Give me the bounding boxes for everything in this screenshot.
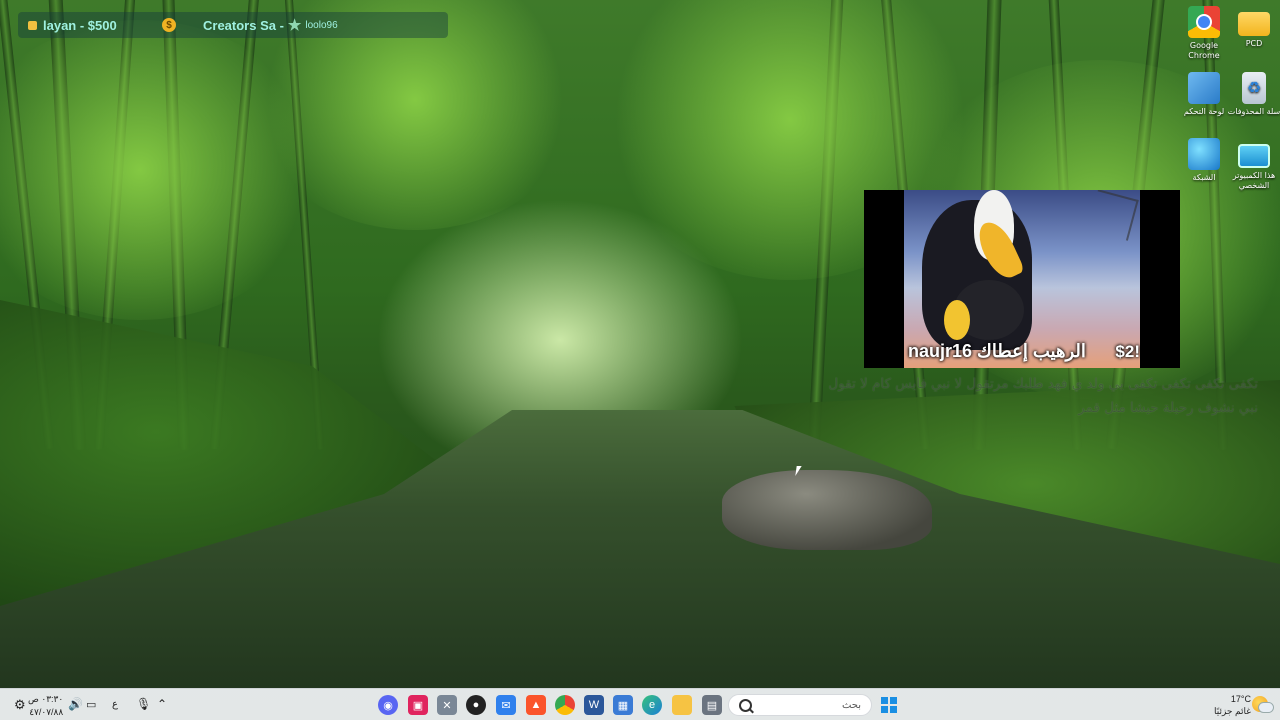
ticker-item-layan: layan - $500 bbox=[28, 12, 117, 38]
recycle-bin-icon: ♻ bbox=[1242, 72, 1266, 104]
network-status-icon[interactable]: ▭ bbox=[86, 698, 96, 711]
edge-browser-icon[interactable]: e bbox=[642, 695, 662, 715]
desktop-icon-label: PCD bbox=[1245, 39, 1263, 48]
file-explorer-icon[interactable] bbox=[672, 695, 692, 715]
taskbar: ⚙ ٠٣:٣٠ ص ٤٧/٠٧/٨٨ 🔊 ▭ ع 🎙 ⌃ ◉ ▣ ✕ ● ✉ ▲… bbox=[0, 688, 1280, 720]
chrome-taskbar-icon[interactable] bbox=[555, 695, 575, 715]
caption-line-2: نبي نشوف رحيلة حيشا مثل قمر bbox=[1078, 400, 1258, 416]
folder-icon bbox=[1238, 12, 1270, 36]
desktop-icon-this-pc[interactable]: هذا الكمبيوتر الشخصي bbox=[1224, 138, 1280, 191]
mail-app-icon[interactable]: ✉ bbox=[496, 695, 516, 715]
donation-name: naujr16 الرهيب إعطاك bbox=[908, 341, 1086, 361]
chevron-up-icon[interactable]: ⌃ bbox=[157, 697, 167, 711]
ticker-text-2: Creators Sa - bbox=[203, 17, 284, 33]
donation-message-caption: تكفى تكفى تكفى تكفى يي ولد ي فهد طلبك مر… bbox=[780, 372, 1258, 420]
clock-time: ٠٣:٣٠ ص bbox=[28, 694, 64, 704]
clock[interactable]: ٠٣:٣٠ ص ٤٧/٠٧/٨٨ bbox=[28, 694, 63, 718]
dollar-coin-icon: $ bbox=[162, 18, 176, 32]
desktop-icon-label: هذا الكمبيوتر الشخصي bbox=[1232, 171, 1276, 190]
word-app-icon[interactable]: W bbox=[584, 695, 604, 715]
ticker-item-creators: Creators Sa - ★ loolo96 bbox=[203, 12, 338, 38]
stream-donation-ticker: layan - $500 $ Creators Sa - ★ loolo96 bbox=[18, 12, 448, 38]
microphone-icon[interactable]: 🎙 bbox=[136, 697, 151, 711]
weather-description: غائم جزئيًا bbox=[1214, 706, 1251, 716]
ticker-text-3: loolo96 bbox=[305, 19, 338, 31]
task-view-icon[interactable]: ▤ bbox=[702, 695, 722, 715]
clock-date: ٤٧/٠٧/٨٨ bbox=[29, 707, 64, 717]
weather-temperature: 17°C bbox=[1230, 694, 1251, 704]
chrome-icon bbox=[1188, 6, 1220, 38]
caption-line-1: تكفى تكفى تكفى تكفى يي ولد ي فهد طلبك مر… bbox=[828, 376, 1258, 392]
cloud-icon bbox=[1258, 702, 1274, 713]
donation-amount: $2! bbox=[1115, 341, 1140, 361]
input-language-indicator[interactable]: ع bbox=[112, 699, 118, 710]
red-app-icon[interactable]: ▣ bbox=[408, 695, 428, 715]
taskbar-search[interactable]: بحث bbox=[728, 694, 872, 716]
network-icon bbox=[1188, 138, 1220, 170]
desktop-icon-recycle-bin[interactable]: ♻ سلة المحذوفات bbox=[1224, 72, 1280, 117]
ticker-text-1: layan - $500 bbox=[43, 17, 117, 33]
coin-badge: $ bbox=[162, 12, 176, 38]
search-placeholder: بحث bbox=[841, 699, 861, 711]
brave-browser-icon[interactable]: ▲ bbox=[526, 695, 546, 715]
star-icon: ★ bbox=[287, 17, 302, 34]
search-icon bbox=[739, 698, 752, 712]
desktop-icon-label: سلة المحذوفات bbox=[1227, 107, 1280, 116]
control-panel-icon bbox=[1188, 72, 1220, 104]
monitor-icon bbox=[1238, 144, 1270, 168]
settings-gear-icon[interactable]: ⚙ bbox=[14, 697, 26, 713]
donation-alert-text: naujr16 الرهيب إعطاك $2! bbox=[908, 341, 1140, 362]
windows-start-icon[interactable] bbox=[881, 697, 897, 713]
microsoft-store-icon[interactable]: ▦ bbox=[613, 695, 633, 715]
obs-studio-icon[interactable]: ● bbox=[466, 695, 486, 715]
weather-widget[interactable]: 17°C غائم جزئيًا bbox=[1214, 694, 1251, 717]
volume-icon[interactable]: 🔊 bbox=[68, 697, 83, 711]
desktop: layan - $500 $ Creators Sa - ★ loolo96 G… bbox=[0, 0, 1280, 720]
gold-bar-icon bbox=[28, 20, 37, 30]
discord-app-icon[interactable]: ◉ bbox=[378, 695, 398, 715]
snipping-tool-icon[interactable]: ✕ bbox=[437, 695, 457, 715]
desktop-icon-pcd-folder[interactable]: PCD bbox=[1224, 6, 1280, 49]
donation-alert-video: naujr16 الرهيب إعطاك $2! bbox=[864, 190, 1180, 368]
